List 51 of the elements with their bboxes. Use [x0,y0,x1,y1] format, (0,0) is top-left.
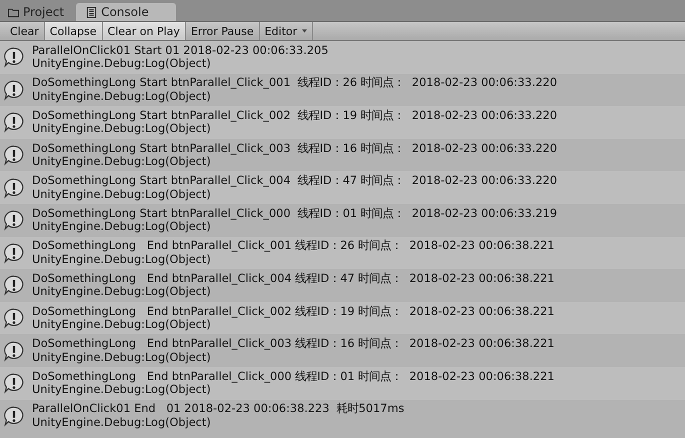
log-message: DoSomethingLong Start btnParallel_Click_003 线程ID：16 时间点： 2018-02-23 00:06:33.220 [32,142,558,156]
stack-trace: UnityEngine.Debug:Log(Object) [32,220,211,234]
log-entry[interactable]: DoSomethingLong Start btnParallel_Click_004 线程ID：47 时间点： 2018-02-23 00:06:33.220 UnityEngine.Debug:Log(Object) [0,171,685,204]
log-message: DoSomethingLong End btnParallel_Click_001 线程ID：26 时间点： 2018-02-23 00:06:38.221 [32,239,554,253]
stack-trace: UnityEngine.Debug:Log(Object) [32,252,211,266]
info-icon [3,340,25,362]
tab[interactable]: Console [76,3,176,21]
info-icon [3,404,25,427]
info-icon [3,78,25,101]
folder-icon [8,6,19,18]
log-message: DoSomethingLong End btnParallel_Click_004 线程ID：47 时间点： 2018-02-23 00:06:38.221 [32,272,554,286]
toolbar-button[interactable]: Error Pause [186,22,260,40]
stack-trace: UnityEngine.Debug:Log(Object) [32,155,211,169]
stack-trace: UnityEngine.Debug:Log(Object) [32,350,211,364]
log-entry[interactable]: DoSomethingLong End btnParallel_Click_000 线程ID：01 时间点： 2018-02-23 00:06:38.221 UnityEngine.Debug:Log(Object) [0,366,685,400]
log-entry[interactable]: DoSomethingLong End btnParallel_Click_001 线程ID：26 时间点： 2018-02-23 00:06:38.221 UnityEngine.Debug:Log(Object) [0,236,685,270]
stack-trace: UnityEngine.Debug:Log(Object) [32,122,211,136]
stack-trace: UnityEngine.Debug:Log(Object) [32,90,211,104]
log-message: DoSomethingLong End btnParallel_Click_002 线程ID：19 时间点： 2018-02-23 00:06:38.221 [32,304,554,318]
log-message: DoSomethingLong Start btnParallel_Click_000 线程ID：01 时间点： 2018-02-23 00:06:33.219 [32,206,558,220]
info-icon [3,209,25,232]
log-message: DoSomethingLong Start btnParallel_Click_002 线程ID：19 时间点： 2018-02-23 00:06:33.220 [32,108,558,122]
log-message: ParallelOnClick01 Start 01 2018-02-23 00:06:33.205 [32,44,328,58]
stack-trace: UnityEngine.Debug:Log(Object) [32,57,211,71]
info-icon [3,144,25,166]
info-icon [3,274,25,296]
stack-trace: UnityEngine.Debug:Log(Object) [32,188,211,202]
info-icon [3,46,25,68]
info-icon [3,242,25,264]
info-icon [3,372,25,394]
stack-trace: UnityEngine.Debug:Log(Object) [32,416,211,430]
log-message: DoSomethingLong End btnParallel_Click_003 线程ID：16 时间点： 2018-02-23 00:06:38.221 [32,337,554,351]
info-icon [3,307,25,330]
toolbar-button[interactable]: Collapse [44,22,103,40]
info-icon [3,176,25,199]
info-icon [3,111,25,134]
stack-trace: UnityEngine.Debug:Log(Object) [32,318,211,332]
log-message: DoSomethingLong Start btnParallel_Click_004 线程ID：47 时间点： 2018-02-23 00:06:33.220 [32,174,558,188]
stack-trace: UnityEngine.Debug:Log(Object) [32,285,211,299]
tab[interactable]: Project [3,3,74,21]
document-icon [86,6,98,18]
stack-trace: UnityEngine.Debug:Log(Object) [32,383,211,397]
log-entry[interactable]: DoSomethingLong Start btnParallel_Click_002 线程ID：19 时间点： 2018-02-23 00:06:33.220 UnityEngine.Debug:Log(Object) [0,106,685,139]
log-message: DoSomethingLong End btnParallel_Click_000 线程ID：01 时间点： 2018-02-23 00:06:38.221 [32,370,554,384]
log-message: ParallelOnClick01 End 01 2018-02-23 00:06:38.223 耗时5017ms [32,402,404,416]
log-entry[interactable]: ParallelOnClick01 Start 01 2018-02-23 00:06:33.205 UnityEngine.Debug:Log(Object) [0,41,685,74]
caret-icon [302,29,308,33]
log-entry[interactable]: DoSomethingLong End btnParallel_Click_002 线程ID：19 时间点： 2018-02-23 00:06:38.221 UnityEngine.Debug:Log(Object) [0,302,685,334]
toolbar-button[interactable]: Editor [260,22,314,40]
log-message: DoSomethingLong Start btnParallel_Click_001 线程ID：26 时间点： 2018-02-23 00:06:33.220 [32,76,558,90]
toolbar-button[interactable]: Clear on Play [102,22,186,40]
